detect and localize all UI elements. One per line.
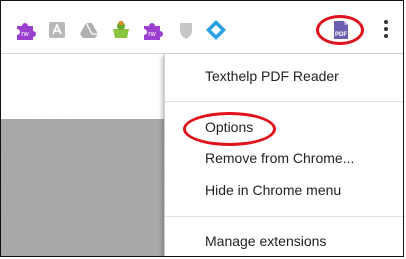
green-bag-icon[interactable] [110,19,132,41]
extension-read-write-icon-2[interactable]: rw [141,19,163,41]
google-drive-icon[interactable] [78,19,100,41]
menu-separator [165,216,403,217]
menu-item-label: Texthelp PDF Reader [205,68,339,84]
menu-item-remove-from-chrome[interactable]: Remove from Chrome... [165,143,403,173]
page-background [1,119,165,256]
adobe-pdf-icon[interactable] [46,19,68,41]
menu-item-label: Manage extensions [205,233,327,249]
menu-item-texthelp-pdf-reader[interactable]: Texthelp PDF Reader [165,61,403,91]
pdf-icon-highlight-circle [316,15,364,45]
extension-read-write-icon[interactable]: rw [14,19,36,41]
menu-item-hide-in-chrome-menu[interactable]: Hide in Chrome menu [165,175,403,205]
menu-item-manage-extensions[interactable]: Manage extensions [165,226,403,256]
menu-item-label: Remove from Chrome... [205,150,355,166]
menu-item-label: Hide in Chrome menu [205,182,342,198]
extension-rw-text: rw [21,31,29,38]
screenshot-frame: rw rw PDF Texthelp PDF Reader Options Re… [0,0,404,257]
blue-diamond-icon[interactable] [205,19,227,41]
browser-toolbar: rw rw PDF [1,1,403,54]
gray-shield-icon[interactable] [175,19,197,41]
options-highlight-circle [183,112,276,146]
menu-separator [165,101,403,102]
vertical-dots-icon[interactable] [381,17,391,43]
extension-context-menu: Texthelp PDF Reader Options Remove from … [164,54,403,256]
extension-rw-text-2: rw [148,31,156,38]
